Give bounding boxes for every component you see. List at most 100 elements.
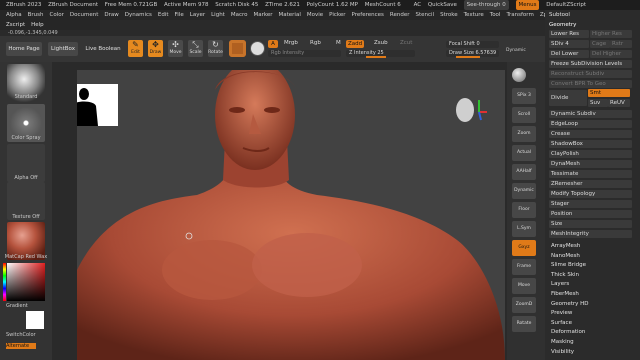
ac-button[interactable]: AC <box>414 2 422 8</box>
cage-button[interactable]: Cage <box>590 40 610 48</box>
menu-material[interactable]: Material <box>279 12 301 18</box>
a-button[interactable]: A <box>268 40 278 48</box>
dynamic-button[interactable]: Dynamic <box>506 48 526 53</box>
draw-button[interactable]: ✥ Draw <box>148 40 163 57</box>
menu-edit[interactable]: Edit <box>158 12 169 18</box>
geometry-item-crease[interactable]: Crease <box>549 130 632 138</box>
geometry-header[interactable]: Geometry <box>549 22 635 28</box>
menu-dynamics[interactable]: Dynamics <box>125 12 152 18</box>
convert-bpr-button[interactable]: Convert BPR To Geo <box>549 80 632 88</box>
color-swatch-icon[interactable] <box>250 41 265 56</box>
reuv-button[interactable]: ReUV <box>608 99 630 107</box>
subpanel-preview[interactable]: Preview <box>549 310 637 316</box>
smt-toggle[interactable]: Smt <box>588 89 630 97</box>
subpanel-surface[interactable]: Surface <box>549 320 637 326</box>
geometry-item-claypolish[interactable]: ClayPolish <box>549 150 632 158</box>
menus-button[interactable]: Menus <box>515 0 540 10</box>
menu-stroke[interactable]: Stroke <box>440 12 458 18</box>
menu-render[interactable]: Render <box>390 12 410 18</box>
menu-picker[interactable]: Picker <box>329 12 345 18</box>
m-button[interactable]: M <box>336 40 341 46</box>
subtool-header[interactable]: Subtool <box>549 12 635 18</box>
focal-shift-slider[interactable]: Focal Shift 0 <box>446 41 499 48</box>
scale-button[interactable]: ⤡ Scale <box>188 40 203 57</box>
shelf-zoom[interactable]: Zoom <box>512 126 536 142</box>
rgb-button[interactable]: Rgb <box>310 40 321 46</box>
default-zscript[interactable]: DefaultZScript <box>546 2 586 8</box>
geometry-item-dynamesh[interactable]: DynaMesh <box>549 160 632 168</box>
shelf-zoomd[interactable]: ZoomD <box>512 297 536 313</box>
edit-button[interactable]: ✎ Edit <box>128 40 143 57</box>
mrgb-button[interactable]: Mrgb <box>284 40 298 46</box>
subpanel-geometry-hd[interactable]: Geometry HD <box>549 301 637 307</box>
geometry-item-position[interactable]: Position <box>549 210 632 218</box>
shelf-move[interactable]: Move <box>512 278 536 294</box>
alternate-button[interactable]: Alternate <box>6 343 36 349</box>
shelf-floor[interactable]: Floor <box>512 202 536 218</box>
rstr-button[interactable]: Rstr <box>610 40 632 48</box>
home-page-button[interactable]: Home Page <box>6 42 42 56</box>
menu-light[interactable]: Light <box>211 12 225 18</box>
menu-tool[interactable]: Tool <box>490 12 501 18</box>
subpanel-thick-skin[interactable]: Thick Skin <box>549 272 637 278</box>
geometry-item-dynamic-subdiv[interactable]: Dynamic Subdiv <box>549 110 632 118</box>
subpanel-fibermesh[interactable]: FiberMesh <box>549 291 637 297</box>
spix-sphere-icon[interactable] <box>512 68 526 82</box>
geometry-item-tessimate[interactable]: Tessimate <box>549 170 632 178</box>
lightbox-button[interactable]: LightBox <box>48 42 78 56</box>
geometry-item-meshintegrity[interactable]: MeshIntegrity <box>549 230 632 238</box>
divide-button[interactable]: Divide <box>549 90 587 106</box>
material-sphere-icon[interactable] <box>229 40 246 57</box>
menu-layer[interactable]: Layer <box>190 12 205 18</box>
del-higher-button[interactable]: Del Higher <box>590 50 632 58</box>
menu-document[interactable]: Document <box>70 12 99 18</box>
geometry-item-edgeloop[interactable]: EdgeLoop <box>549 120 632 128</box>
quicksave-button[interactable]: QuickSave <box>428 2 457 8</box>
shelf-scroll[interactable]: Scroll <box>512 107 536 123</box>
menu-brush[interactable]: Brush <box>28 12 44 18</box>
move-button[interactable]: ✣ Move <box>168 40 183 57</box>
color-picker[interactable] <box>7 263 45 301</box>
sculpt-model[interactable] <box>77 70 505 360</box>
menu-zscript[interactable]: Zscript <box>6 22 25 28</box>
subpanel-nanomesh[interactable]: NanoMesh <box>549 253 637 259</box>
suv-toggle[interactable]: Suv <box>588 99 608 107</box>
menu-color[interactable]: Color <box>50 12 64 18</box>
reconstruct-subdiv-button[interactable]: Reconstruct Subdiv <box>549 70 632 78</box>
see-through-slider[interactable]: See-through 0 <box>463 0 509 10</box>
zadd-button[interactable]: Zadd <box>346 40 364 48</box>
lower-res-button[interactable]: Lower Res <box>549 30 589 38</box>
menu-preferences[interactable]: Preferences <box>352 12 384 18</box>
rotate-button[interactable]: ↻ Rotate <box>208 40 223 57</box>
menu-help[interactable]: Help <box>31 22 44 28</box>
shelf-rotate[interactable]: Rotate <box>512 316 536 332</box>
main-color-swatch[interactable] <box>26 311 44 329</box>
geometry-item-size[interactable]: Size <box>549 220 632 228</box>
shelf-dynamic-persp[interactable]: Dynamic Persp <box>512 183 536 209</box>
freeze-subdivision-button[interactable]: Freeze SubDivision Levels <box>549 60 632 68</box>
shelf-l-sym[interactable]: L.Sym <box>512 221 536 237</box>
geometry-item-stager[interactable]: Stager <box>549 200 632 208</box>
menu-marker[interactable]: Marker <box>254 12 273 18</box>
switch-color-button[interactable]: SwitchColor <box>6 332 56 338</box>
menu-macro[interactable]: Macro <box>231 12 248 18</box>
document-canvas[interactable] <box>77 70 505 360</box>
higher-res-button[interactable]: Higher Res <box>590 30 632 38</box>
menu-texture[interactable]: Texture <box>464 12 484 18</box>
menu-stencil[interactable]: Stencil <box>415 12 434 18</box>
subpanel-slime-bridge[interactable]: Slime Bridge <box>549 262 637 268</box>
geometry-item-zremesher[interactable]: ZRemesher <box>549 180 632 188</box>
menu-file[interactable]: File <box>175 12 184 18</box>
del-lower-button[interactable]: Del Lower <box>549 50 589 58</box>
sdiv-slider[interactable]: SDiv 4 <box>549 40 589 48</box>
hue-strip[interactable] <box>3 263 6 301</box>
shelf-frame[interactable]: Frame <box>512 259 536 275</box>
subpanel-deformation[interactable]: Deformation <box>549 329 637 335</box>
navigation-gizmo[interactable] <box>449 90 489 130</box>
zsub-button[interactable]: Zsub <box>374 40 388 46</box>
shelf-gxyz[interactable]: Gxyz <box>512 240 536 256</box>
live-boolean-button[interactable]: Live Boolean <box>84 42 122 56</box>
geometry-item-shadowbox[interactable]: ShadowBox <box>549 140 632 148</box>
geometry-item-modify-topology[interactable]: Modify Topology <box>549 190 632 198</box>
zcut-button[interactable]: Zcut <box>400 40 412 46</box>
